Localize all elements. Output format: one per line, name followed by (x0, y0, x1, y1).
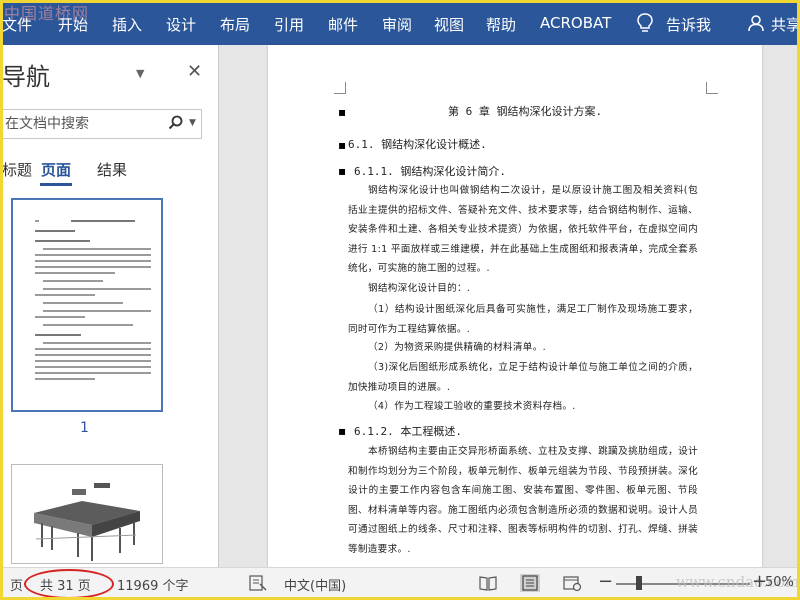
page-number-label: 1 (80, 420, 89, 436)
tab-home[interactable]: 开始 (58, 14, 88, 35)
chapter-heading: 第 6 章 钢结构深化设计方案. (448, 105, 603, 118)
print-layout-icon[interactable] (520, 574, 540, 592)
zoom-slider-handle[interactable] (636, 576, 642, 590)
bridge-figure-thumbnail (34, 483, 140, 561)
zoom-out-button[interactable]: − (598, 571, 613, 592)
pane-options-icon[interactable]: ▼ (136, 67, 144, 80)
paragraph-mark: ▪ (338, 164, 347, 178)
subsection-heading: 6.1.2. 本工程概述. (354, 425, 462, 438)
tab-design[interactable]: 设计 (166, 14, 196, 35)
body-paragraph: 钢结构深化设计目的：. (368, 283, 471, 294)
tab-file[interactable]: 文件 (2, 14, 32, 35)
tab-insert[interactable]: 插入 (112, 14, 142, 35)
zoom-level[interactable]: 50% (765, 575, 794, 590)
body-paragraph: （2）为物资采购提供精确的材料清单。. (368, 342, 546, 353)
body-paragraph: 本桥钢结构主要由正交异形桥面系统、立柱及支撑、跳躏及挑肋组成，设计和制作均划分为… (348, 446, 698, 555)
body-paragraph: （4）作为工程竣工验收的重要技术资料存档。. (368, 401, 576, 412)
tab-view[interactable]: 视图 (434, 14, 464, 35)
tab-review[interactable]: 审阅 (382, 14, 412, 35)
subsection-heading: 6.1.1. 钢结构深化设计简介. (354, 165, 506, 178)
tab-headings[interactable]: 标题 (2, 159, 32, 180)
tab-acrobat[interactable]: ACROBAT (540, 14, 611, 32)
paragraph-mark: ▪ (338, 424, 347, 438)
section-heading: 6.1. 钢结构深化设计概述. (348, 138, 487, 151)
nav-title: 导航 (2, 63, 50, 91)
red-highlight-circle (24, 569, 114, 599)
document-page[interactable]: ▪ 第 6 章 钢结构深化设计方案. ▪ 6.1. 钢结构深化设计概述. ▪ 6… (268, 45, 762, 567)
paragraph-mark: ▪ (338, 138, 347, 152)
lightbulb-icon[interactable] (636, 12, 654, 34)
ribbon: 中国道桥网 文件 开始 插入 设计 布局 引用 邮件 审阅 视图 帮助 ACRO… (0, 0, 800, 45)
body-paragraph: 钢结构深化设计也叫做钢结构二次设计，是以原设计施工图及相关资料(包括业主提供的招… (348, 185, 698, 275)
page-thumbnail-1[interactable] (11, 198, 163, 412)
tab-layout[interactable]: 布局 (220, 14, 250, 35)
proofing-icon[interactable] (248, 574, 268, 592)
search-input[interactable] (5, 114, 160, 134)
margin-corner-mark (334, 82, 346, 94)
active-tab-indicator (40, 183, 72, 186)
share-person-icon[interactable] (748, 14, 766, 32)
page-label[interactable]: 页 (10, 575, 23, 594)
pane-divider[interactable] (218, 45, 219, 567)
tab-pages[interactable]: 页面 (41, 159, 71, 180)
word-count[interactable]: 11969 个字 (117, 575, 189, 594)
read-mode-icon[interactable] (478, 574, 498, 592)
status-bar: 页 共 31 页 11969 个字 中文(中国) − www.cndao.com… (0, 567, 800, 600)
share-button[interactable]: 共享 (771, 14, 800, 35)
page-thumbnail-2[interactable] (11, 464, 163, 564)
chevron-down-icon[interactable]: ▼ (189, 118, 196, 128)
tell-me-box[interactable]: 告诉我 (666, 14, 711, 35)
tab-results[interactable]: 结果 (97, 159, 127, 180)
tab-help[interactable]: 帮助 (486, 14, 516, 35)
body-paragraph: （1）结构设计图纸深化后具备可实施性，满足工厂制作及现场施工要求，同时可作为工程… (348, 304, 698, 335)
close-icon[interactable]: ✕ (187, 61, 202, 82)
language-indicator[interactable]: 中文(中国) (284, 575, 346, 594)
search-box[interactable]: ▼ (2, 109, 202, 139)
navigation-pane: 导航 ▼ ✕ ▼ 标题 页面 结果 (0, 45, 218, 567)
search-icon[interactable] (168, 115, 184, 131)
tab-references[interactable]: 引用 (274, 14, 304, 35)
margin-corner-mark (706, 82, 718, 94)
paragraph-mark: ▪ (338, 105, 347, 119)
tab-mailings[interactable]: 邮件 (328, 14, 358, 35)
body-paragraph: （3)深化后图纸形成系统化，立足于结构设计单位与施工单位之间的介质，加快推动项目… (348, 362, 698, 393)
web-layout-icon[interactable] (562, 574, 582, 592)
